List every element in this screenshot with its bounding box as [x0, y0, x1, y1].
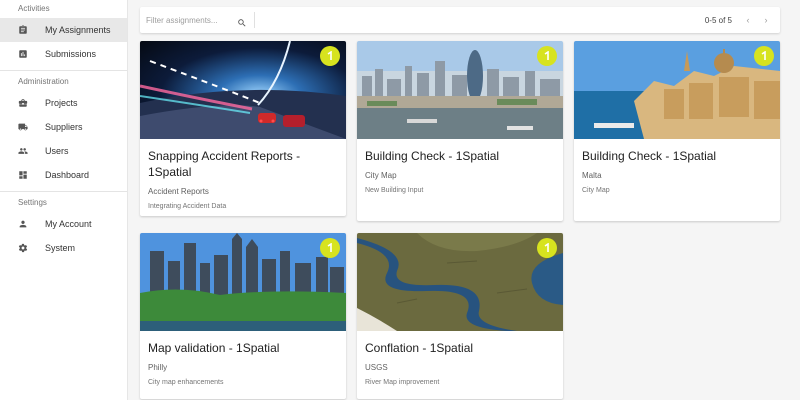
sidebar-item-label: Users: [45, 146, 69, 156]
clipboard-icon: [18, 25, 28, 35]
prev-page-button[interactable]: ‹: [742, 15, 754, 25]
divider: [0, 191, 127, 192]
card-description: River Map improvement: [365, 379, 440, 386]
assignments-toolbar: 0-5 of 5 ‹ ›: [140, 7, 780, 33]
card-subtitle: City Map: [365, 171, 397, 180]
card-description: City Map: [582, 187, 610, 194]
next-page-button[interactable]: ›: [760, 15, 772, 25]
section-label-settings: Settings: [18, 198, 47, 207]
card-title: Building Check - 1Spatial: [365, 149, 500, 163]
card-image-tunnel: [140, 41, 346, 139]
brand-logo-icon: [320, 46, 340, 66]
card-title: Map validation - 1Spatial: [148, 341, 280, 355]
truck-icon: [18, 122, 28, 132]
dashboard-icon: [18, 170, 28, 180]
brand-logo-icon: [754, 46, 774, 66]
sidebar-item-label: System: [45, 243, 76, 253]
sidebar-item-my-assignments[interactable]: My Assignments: [0, 18, 127, 42]
divider: [0, 70, 127, 71]
sidebar-item-users[interactable]: Users: [0, 139, 127, 163]
sidebar-item-system[interactable]: System: [0, 236, 127, 260]
card-description: City map enhancements: [148, 379, 224, 386]
sidebar-item-suppliers[interactable]: Suppliers: [0, 115, 127, 139]
card-image-philly: [140, 233, 346, 331]
toolbar-divider: [254, 12, 255, 28]
card-image-river: [357, 233, 563, 331]
person-icon: [18, 219, 28, 229]
sidebar-item-my-account[interactable]: My Account: [0, 212, 127, 236]
sidebar-item-label: Projects: [45, 98, 78, 108]
section-label-administration: Administration: [18, 77, 69, 86]
assignment-card[interactable]: Map validation - 1Spatial Philly City ma…: [140, 233, 346, 399]
brand-logo-icon: [320, 238, 340, 258]
card-image-london: [357, 41, 563, 139]
card-image-malta: [574, 41, 780, 139]
brand-logo-icon: [537, 46, 557, 66]
sidebar-item-label: Suppliers: [45, 122, 83, 132]
bar-chart-icon: [18, 49, 28, 59]
sidebar-item-label: Dashboard: [45, 170, 90, 180]
sidebar-item-label: My Assignments: [45, 25, 111, 35]
card-subtitle: Philly: [148, 363, 168, 372]
assignment-card[interactable]: Snapping Accident Reports - 1Spatial Acc…: [140, 41, 346, 216]
card-subtitle: USGS: [365, 363, 388, 372]
card-subtitle: Malta: [582, 171, 602, 180]
sidebar-item-label: Submissions: [45, 49, 97, 59]
section-label-activities: Activities: [18, 4, 50, 13]
card-title: Conflation - 1Spatial: [365, 341, 474, 355]
card-description: Integrating Accident Data: [148, 203, 227, 210]
assignment-card[interactable]: Building Check - 1Spatial City Map New B…: [357, 41, 563, 221]
search-icon[interactable]: [237, 15, 247, 27]
card-title: Building Check - 1Spatial: [582, 149, 717, 163]
sidebar: Activities My Assignments Submissions Ad…: [0, 0, 128, 400]
assignment-card[interactable]: Building Check - 1Spatial Malta City Map: [574, 41, 780, 221]
card-title: Snapping Accident Reports - 1Spatial: [148, 149, 301, 179]
filter-input[interactable]: [146, 15, 231, 25]
gear-icon: [18, 243, 28, 253]
sidebar-item-projects[interactable]: Projects: [0, 91, 127, 115]
pagination: 0-5 of 5 ‹ ›: [705, 15, 772, 25]
pagination-label: 0-5 of 5: [704, 15, 732, 25]
briefcase-icon: [18, 98, 28, 108]
card-description: New Building Input: [365, 187, 424, 194]
people-icon: [18, 146, 28, 156]
sidebar-item-dashboard[interactable]: Dashboard: [0, 163, 127, 187]
assignment-card[interactable]: Conflation - 1Spatial USGS River Map imp…: [357, 233, 563, 399]
sidebar-item-submissions[interactable]: Submissions: [0, 42, 127, 66]
sidebar-item-label: My Account: [45, 219, 92, 229]
brand-logo-icon: [537, 238, 557, 258]
card-subtitle: Accident Reports: [148, 187, 209, 196]
